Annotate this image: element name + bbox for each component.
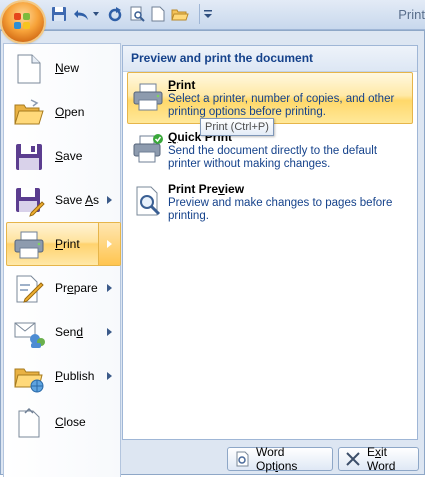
close-document-icon [13,407,45,439]
open-folder-icon [13,97,45,129]
menu-item-new[interactable]: New [6,46,121,90]
exit-word-label: Exit Word [367,445,396,473]
submenu-header: Preview and print the document [123,46,417,72]
word-options-button[interactable]: Word Options [227,445,333,473]
save-as-icon [13,185,45,217]
exit-word-button[interactable]: Exit Word [338,445,419,473]
menu-item-save-as[interactable]: Save As [6,178,121,222]
exit-icon [345,451,361,467]
quick-print-icon [132,133,164,165]
printer-icon [132,81,164,113]
menu-item-send[interactable]: Send [6,310,121,354]
publish-icon [13,361,45,393]
menu-item-label: Open [55,105,85,119]
office-button[interactable] [2,2,44,42]
customize-dropdown-icon[interactable] [203,5,213,23]
save-icon[interactable] [50,5,68,23]
menu-item-label: Send [55,325,84,339]
menu-item-print[interactable]: Print [6,222,121,266]
submenu-item-title: Print Preview [168,182,245,196]
printer-icon [13,229,45,261]
print-preview-icon[interactable] [128,5,146,23]
print-tooltip: Print (Ctrl+P) [200,118,274,136]
menu-item-open[interactable]: Open [6,90,121,134]
redo-icon[interactable] [106,5,124,23]
menu-item-publish[interactable]: Publish [6,354,121,398]
print-preview-icon [132,185,164,217]
submenu-item-description: Send the document directly to the defaul… [168,145,378,170]
menu-item-label: Prepare [55,281,98,295]
menu-item-save[interactable]: Save [6,134,121,178]
options-icon [234,451,250,467]
menu-item-label: Save [55,149,83,163]
window-title: Print [398,7,425,22]
word-options-label: Word Options [256,445,298,473]
open-icon[interactable] [170,5,190,23]
save-disk-icon [13,141,45,173]
menu-item-label: Print [55,237,80,251]
menu-item-close[interactable]: Close [6,400,121,444]
send-icon [13,317,45,349]
new-document-icon[interactable] [150,5,166,23]
menu-item-label: Publish [55,369,95,383]
print-submenu-panel: Preview and print the document Print Sel… [122,45,418,440]
menu-item-label: Close [55,415,86,429]
submenu-item-description: Select a printer, number of copies, and … [168,93,395,118]
prepare-icon [13,273,45,305]
submenu-item-print[interactable]: Print Select a printer, number of copies… [127,72,413,124]
submenu-item-description: Preview and make changes to pages before… [168,197,393,222]
submenu-arrow-icon [107,196,112,204]
office-logo-icon [14,13,32,31]
undo-icon[interactable] [72,5,92,23]
menu-command-list: New Open Save Save As Print Prepare Send… [3,43,121,477]
menu-item-label: Save As [55,193,100,207]
quick-access-separator [199,4,200,24]
submenu-arrow-icon [107,372,112,380]
submenu-arrow-icon [107,284,112,292]
new-document-icon [13,53,45,85]
submenu-arrow-icon [107,240,112,248]
title-bar: Print [0,0,425,30]
submenu-arrow-icon [107,328,112,336]
submenu-item-print-preview[interactable]: Print Preview Preview and make changes t… [127,176,413,228]
office-menu: New Open Save Save As Print Prepare Send… [0,30,425,477]
undo-dropdown-icon[interactable] [92,5,100,23]
menu-item-label: New [55,61,80,75]
submenu-item-title: Print [168,78,196,92]
menu-item-prepare[interactable]: Prepare [6,266,121,310]
